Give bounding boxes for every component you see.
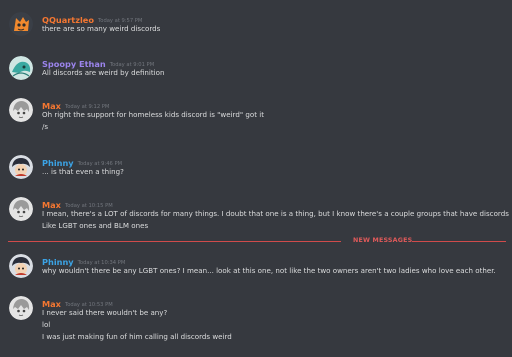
divider-line bbox=[8, 241, 341, 242]
divider-line bbox=[412, 241, 506, 242]
orange-cartoon-avatar-icon[interactable] bbox=[9, 12, 33, 36]
new-messages-divider: NEW MESSAGES bbox=[8, 236, 506, 246]
message-text: Oh right the support for homeless kids d… bbox=[42, 110, 265, 119]
message-text: lol bbox=[42, 320, 51, 329]
anime-avatar-icon[interactable] bbox=[9, 98, 33, 122]
message-text: /s bbox=[42, 122, 49, 131]
anime-avatar-icon[interactable] bbox=[9, 197, 33, 221]
message-text: I never said there wouldn't be any? bbox=[42, 308, 168, 317]
anime-avatar-icon[interactable] bbox=[9, 296, 33, 320]
message-text: I was just making fun of him calling all… bbox=[42, 332, 232, 341]
message-text: Like LGBT ones and BLM ones bbox=[42, 221, 149, 230]
character-avatar-icon[interactable] bbox=[9, 254, 33, 278]
teal-cartoon-avatar-icon[interactable] bbox=[9, 56, 33, 80]
message-text: I mean, there's a LOT of discords for ma… bbox=[42, 209, 509, 218]
message-text: why wouldn't there be any LGBT ones? I m… bbox=[42, 266, 496, 275]
character-avatar-icon[interactable] bbox=[9, 155, 33, 179]
new-messages-label: NEW MESSAGES bbox=[353, 237, 413, 244]
message-text: there are so many weird discords bbox=[42, 24, 161, 33]
chat-message-list: QQuartzleo Today at 9:57 PM there are so … bbox=[0, 0, 512, 357]
message-text: ... is that even a thing? bbox=[42, 167, 124, 176]
message-text: All discords are weird by definition bbox=[42, 68, 165, 77]
